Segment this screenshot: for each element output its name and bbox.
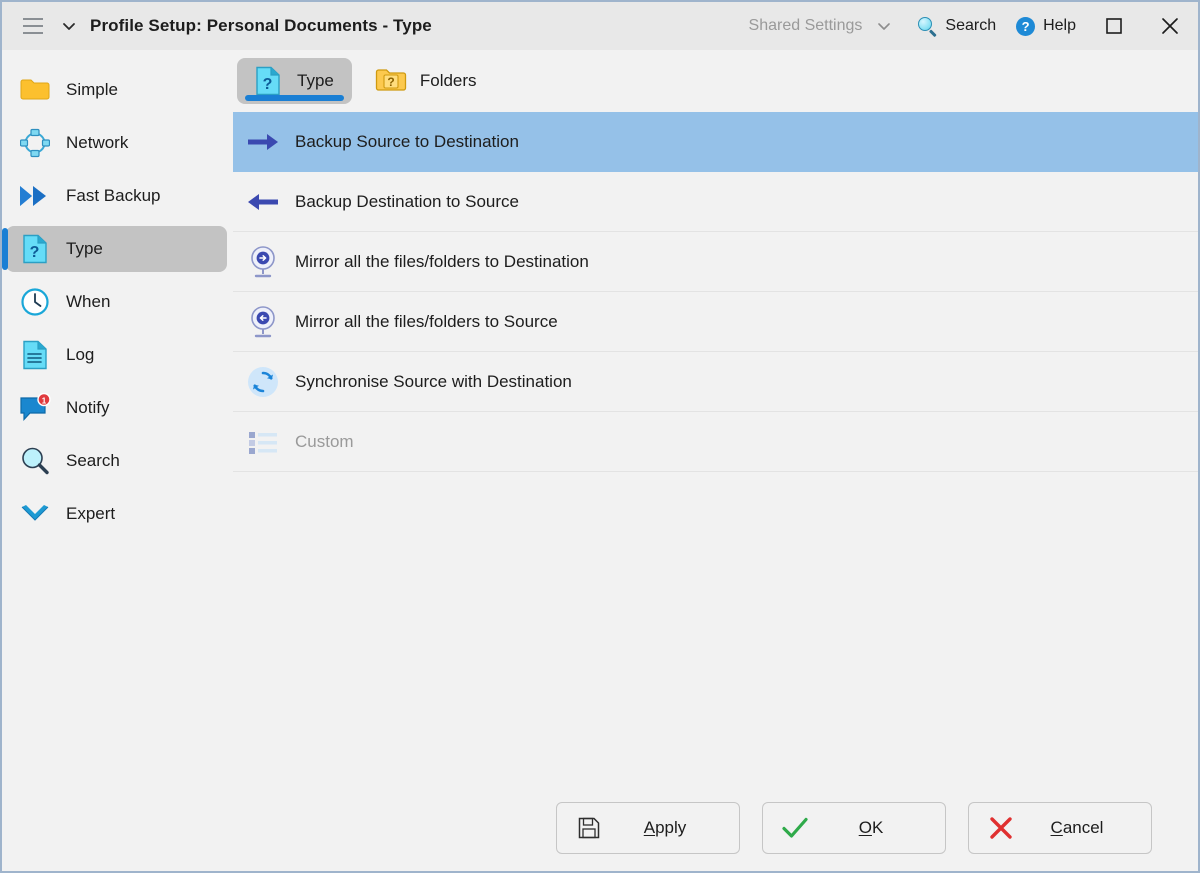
backup-type-list: Backup Source to Destination Backup Dest… <box>233 112 1198 785</box>
svg-text:?: ? <box>387 75 394 89</box>
type-option-backup-source-to-destination[interactable]: Backup Source to Destination <box>233 112 1198 172</box>
type-option-mirror-to-source[interactable]: Mirror all the files/folders to Source <box>233 292 1198 352</box>
help-circle-icon: ? <box>1016 16 1036 36</box>
type-option-backup-destination-to-source[interactable]: Backup Destination to Source <box>233 172 1198 232</box>
sidebar-item-label: Search <box>66 451 120 470</box>
type-option-label: Custom <box>295 431 354 451</box>
tab-folders[interactable]: ? Folders <box>360 58 495 104</box>
mirror-left-icon <box>243 302 283 342</box>
ok-button-label: OK <box>858 818 884 837</box>
help-label: Help <box>1043 17 1076 34</box>
title-chevron-down-icon[interactable] <box>56 11 82 41</box>
clock-icon <box>18 285 52 319</box>
document-lines-icon <box>18 338 52 372</box>
type-option-label: Mirror all the files/folders to Destinat… <box>295 251 589 271</box>
shared-settings-button[interactable]: Shared Settings <box>739 2 873 50</box>
document-question-icon: ? <box>18 232 52 266</box>
svg-text:?: ? <box>30 244 40 261</box>
folder-question-icon: ? <box>374 64 408 98</box>
cancel-button[interactable]: Cancel <box>968 802 1152 854</box>
search-button[interactable]: Search <box>908 2 1006 50</box>
type-option-custom[interactable]: Custom <box>233 412 1198 472</box>
close-x-icon <box>1162 18 1178 34</box>
arrow-left-icon <box>243 182 283 222</box>
sidebar-item-simple[interactable]: Simple <box>6 67 227 113</box>
ok-button[interactable]: OK <box>762 802 946 854</box>
sidebar-item-fast-backup[interactable]: Fast Backup <box>6 173 227 219</box>
sidebar-item-label: Type <box>66 239 103 258</box>
floppy-save-icon <box>567 816 611 840</box>
sidebar-item-notify[interactable]: 1 Notify <box>6 385 227 431</box>
sync-circular-icon <box>243 362 283 402</box>
chevron-double-down-icon <box>18 497 52 531</box>
sidebar-item-label: Log <box>66 345 95 364</box>
apply-button[interactable]: Apply <box>556 802 740 854</box>
close-button[interactable] <box>1142 2 1198 50</box>
sidebar-item-label: Notify <box>66 398 110 417</box>
sidebar-item-label: When <box>66 292 111 311</box>
main-area: Simple Network Fast Backup ? Type When L… <box>2 50 1198 785</box>
magnifier-icon <box>918 16 938 37</box>
window-title: Profile Setup: Personal Documents - Type <box>90 16 432 35</box>
sidebar-item-label: Expert <box>66 504 116 523</box>
double-arrow-right-icon <box>18 179 52 213</box>
apply-button-label: Apply <box>643 818 687 837</box>
network-nodes-icon <box>18 126 52 160</box>
speech-bubble-icon: 1 <box>18 391 52 425</box>
content-panel: ? Type ? Folders Backup Source to Destin… <box>233 50 1198 785</box>
profile-setup-window: Profile Setup: Personal Documents - Type… <box>0 0 1200 873</box>
dialog-footer: Apply OK Cancel <box>2 785 1198 871</box>
sidebar-item-when[interactable]: When <box>6 279 227 325</box>
notify-badge-count: 1 <box>42 396 47 405</box>
title-bar-actions: Shared Settings Search ? Help <box>739 2 1198 50</box>
magnifier-icon <box>18 444 52 478</box>
red-x-icon <box>979 815 1023 841</box>
search-label: Search <box>945 17 997 34</box>
type-option-label: Backup Destination to Source <box>295 191 519 211</box>
sidebar-item-search[interactable]: Search <box>6 438 227 484</box>
sidebar-item-expert[interactable]: Expert <box>6 491 227 537</box>
shared-settings-chevron-down-icon[interactable] <box>872 2 908 50</box>
sidebar-item-label: Fast Backup <box>66 186 161 205</box>
type-option-label: Backup Source to Destination <box>295 131 519 151</box>
title-bar: Profile Setup: Personal Documents - Type… <box>2 2 1198 50</box>
shared-settings-label: Shared Settings <box>748 17 863 34</box>
arrow-right-icon <box>243 122 283 162</box>
cancel-button-label: Cancel <box>1050 818 1104 837</box>
maximize-button[interactable] <box>1086 2 1142 50</box>
type-option-mirror-to-destination[interactable]: Mirror all the files/folders to Destinat… <box>233 232 1198 292</box>
tab-label: Folders <box>419 71 477 90</box>
tab-label: Type <box>297 71 334 90</box>
sidebar: Simple Network Fast Backup ? Type When L… <box>2 50 233 785</box>
svg-text:?: ? <box>263 76 273 93</box>
hamburger-menu-icon[interactable] <box>16 9 50 43</box>
list-bullets-icon <box>243 422 283 462</box>
sidebar-item-label: Network <box>66 133 129 152</box>
sidebar-item-label: Simple <box>66 80 118 99</box>
tab-type[interactable]: ? Type <box>237 58 352 104</box>
sidebar-item-log[interactable]: Log <box>6 332 227 378</box>
folder-icon <box>18 73 52 107</box>
help-button[interactable]: ? Help <box>1006 2 1086 50</box>
sidebar-item-type[interactable]: ? Type <box>2 226 227 272</box>
green-check-icon <box>773 816 817 840</box>
mirror-right-icon <box>243 242 283 282</box>
type-option-label: Mirror all the files/folders to Source <box>295 311 558 331</box>
maximize-square-icon <box>1106 18 1122 34</box>
sidebar-item-network[interactable]: Network <box>6 120 227 166</box>
tab-strip: ? Type ? Folders <box>233 50 1198 112</box>
type-option-synchronise[interactable]: Synchronise Source with Destination <box>233 352 1198 412</box>
type-option-label: Synchronise Source with Destination <box>295 371 572 391</box>
document-question-icon: ? <box>251 64 285 98</box>
